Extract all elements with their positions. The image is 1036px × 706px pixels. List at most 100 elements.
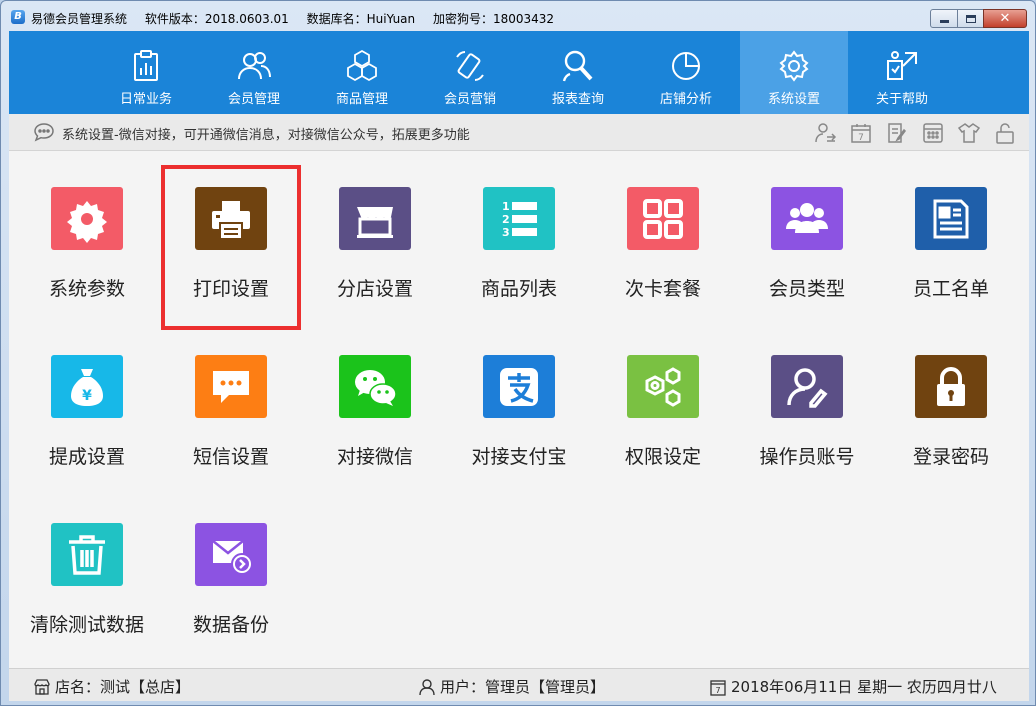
tile-login-password[interactable]: 登录密码 xyxy=(879,319,1023,469)
tile-staff-list[interactable]: 员工名单 xyxy=(879,151,1023,301)
tile-label: 会员类型 xyxy=(768,278,845,300)
nav-report-query[interactable]: 报表查询 xyxy=(524,31,632,114)
numbered-list-icon: 1 2 3 xyxy=(502,200,537,239)
info-bar: 系统设置-微信对接，可开通微信消息，对接微信公众号，拓展更多功能 7 xyxy=(9,114,1029,151)
tile-label: 分店设置 xyxy=(336,278,413,300)
nav-member-marketing[interactable]: 会员营销 xyxy=(416,31,524,114)
nav-label: 日常业务 xyxy=(119,92,172,107)
alipay-icon xyxy=(500,367,538,406)
minimize-button[interactable] xyxy=(930,9,958,28)
app-title: 易德会员管理系统 xyxy=(31,12,128,26)
tile-clear-test-data[interactable]: 清除测试数据 xyxy=(15,487,159,637)
calendar-icon: 7 xyxy=(710,679,726,696)
gear-icon xyxy=(67,200,107,243)
nav-label: 关于帮助 xyxy=(875,92,928,107)
shirt-icon[interactable] xyxy=(957,121,981,145)
tile-member-type[interactable]: 会员类型 xyxy=(735,151,879,301)
nav-label: 报表查询 xyxy=(551,92,604,107)
nav-store-analysis[interactable]: 店铺分析 xyxy=(632,31,740,114)
minimize-icon xyxy=(939,20,949,23)
tile-icon-box xyxy=(51,187,123,250)
id-card-icon xyxy=(933,199,969,238)
store-name: 店名：测试【总店】 xyxy=(55,678,191,696)
status-date: 7 2018年06月11日 星期一 农历四月廿八 xyxy=(709,676,997,697)
maximize-button[interactable] xyxy=(957,9,984,28)
tile-wechat[interactable]: 对接微信 xyxy=(303,319,447,469)
nav-daily-business[interactable]: 日常业务 xyxy=(92,31,200,114)
tile-operator-account[interactable]: 操作员账号 xyxy=(735,319,879,469)
date-text: 2018年06月11日 星期一 农历四月廿八 xyxy=(731,678,997,696)
tile-label: 对接支付宝 xyxy=(471,446,567,468)
nav-product-management[interactable]: 商品管理 xyxy=(308,31,416,114)
svg-text:2: 2 xyxy=(502,213,510,226)
tile-icon-box xyxy=(771,355,843,418)
nav-label: 系统设置 xyxy=(767,92,820,107)
pie-chart-icon xyxy=(672,52,700,80)
tile-label: 对接微信 xyxy=(336,446,413,468)
close-button[interactable]: ✕ xyxy=(983,9,1027,28)
tile-branch-settings[interactable]: 分店设置 xyxy=(303,151,447,301)
tile-alipay[interactable]: 对接支付宝 xyxy=(447,319,591,469)
users-icon xyxy=(238,52,271,80)
lock-icon[interactable] xyxy=(993,121,1017,145)
phone-icon xyxy=(456,51,484,81)
title-bar[interactable]: B 易德会员管理系统 软件版本：2018.0603.01 数据库名：HuiYua… xyxy=(1,1,1035,31)
tile-product-list[interactable]: 1 2 3 商品列表 xyxy=(447,151,591,301)
tile-commission-settings[interactable]: ¥ 提成设置 xyxy=(15,319,159,469)
window-title: 易德会员管理系统 软件版本：2018.0603.01 数据库名：HuiYuan … xyxy=(31,10,568,27)
tile-print-settings[interactable]: 打印设置 xyxy=(159,151,303,301)
tile-icon-box xyxy=(627,355,699,418)
settings-panel: 系统参数 打印设置 分店设置 1 2 3 商品列表 次卡套餐 会员类型 员工名单… xyxy=(9,151,1029,668)
edit-document-icon[interactable] xyxy=(885,121,909,145)
chat-bubble-icon xyxy=(213,370,249,403)
tile-icon-box xyxy=(339,355,411,418)
version-text: 软件版本：2018.0603.01 xyxy=(144,12,289,26)
calculator-icon[interactable] xyxy=(921,121,945,145)
tile-icon-box xyxy=(339,187,411,250)
search-person-icon xyxy=(562,50,593,82)
tile-icon-box: 1 2 3 xyxy=(483,187,555,250)
gear-icon xyxy=(779,50,809,82)
tile-card-package[interactable]: 次卡套餐 xyxy=(591,151,735,301)
svg-text:¥: ¥ xyxy=(82,388,92,404)
tile-permissions[interactable]: 权限设定 xyxy=(591,319,735,469)
svg-text:3: 3 xyxy=(502,226,510,239)
tile-icon-box xyxy=(51,523,123,586)
tile-sms-settings[interactable]: 短信设置 xyxy=(159,319,303,469)
nav-about-help[interactable]: 关于帮助 xyxy=(848,31,956,114)
clipboard-chart-icon xyxy=(134,50,158,81)
tile-icon-box xyxy=(483,355,555,418)
tile-icon-box xyxy=(771,187,843,250)
cubes-icon xyxy=(347,49,377,82)
tile-label: 短信设置 xyxy=(192,446,269,468)
tile-system-params[interactable]: 系统参数 xyxy=(15,151,159,301)
nav-member-management[interactable]: 会员管理 xyxy=(200,31,308,114)
trash-icon xyxy=(69,534,105,575)
dongle-text: 加密狗号：18003432 xyxy=(432,12,555,26)
tile-icon-box xyxy=(195,523,267,586)
tile-label: 商品列表 xyxy=(480,278,557,300)
nav-system-settings[interactable]: 系统设置 xyxy=(740,31,848,114)
svg-text:7: 7 xyxy=(858,133,864,143)
users-icon xyxy=(786,202,828,233)
window-controls: ✕ xyxy=(930,9,1027,28)
hexagon-gears-icon xyxy=(645,366,681,407)
nav-label: 店铺分析 xyxy=(659,92,712,107)
info-message: 系统设置-微信对接，可开通微信消息，对接微信公众号，拓展更多功能 xyxy=(62,128,470,143)
status-bar: 店名：测试【总店】 用户：管理员【管理员】 7 2018年06月11日 星期一 … xyxy=(9,668,1029,701)
toolbar: 7 xyxy=(801,121,1017,145)
nav-label: 会员管理 xyxy=(227,92,280,107)
svg-text:7: 7 xyxy=(715,686,720,695)
maximize-icon xyxy=(965,14,976,23)
tile-label: 操作员账号 xyxy=(759,446,855,468)
tile-icon-box xyxy=(915,187,987,250)
tile-data-backup[interactable]: 数据备份 xyxy=(159,487,303,637)
calendar-icon[interactable]: 7 xyxy=(849,121,873,145)
user-name: 用户：管理员【管理员】 xyxy=(440,678,606,696)
chat-icon xyxy=(34,123,54,142)
status-user: 用户：管理员【管理员】 xyxy=(418,676,605,697)
lock-icon xyxy=(937,366,965,406)
mail-arrow-icon xyxy=(212,539,253,575)
tile-label: 登录密码 xyxy=(912,446,989,468)
switch-user-icon[interactable] xyxy=(813,121,837,145)
